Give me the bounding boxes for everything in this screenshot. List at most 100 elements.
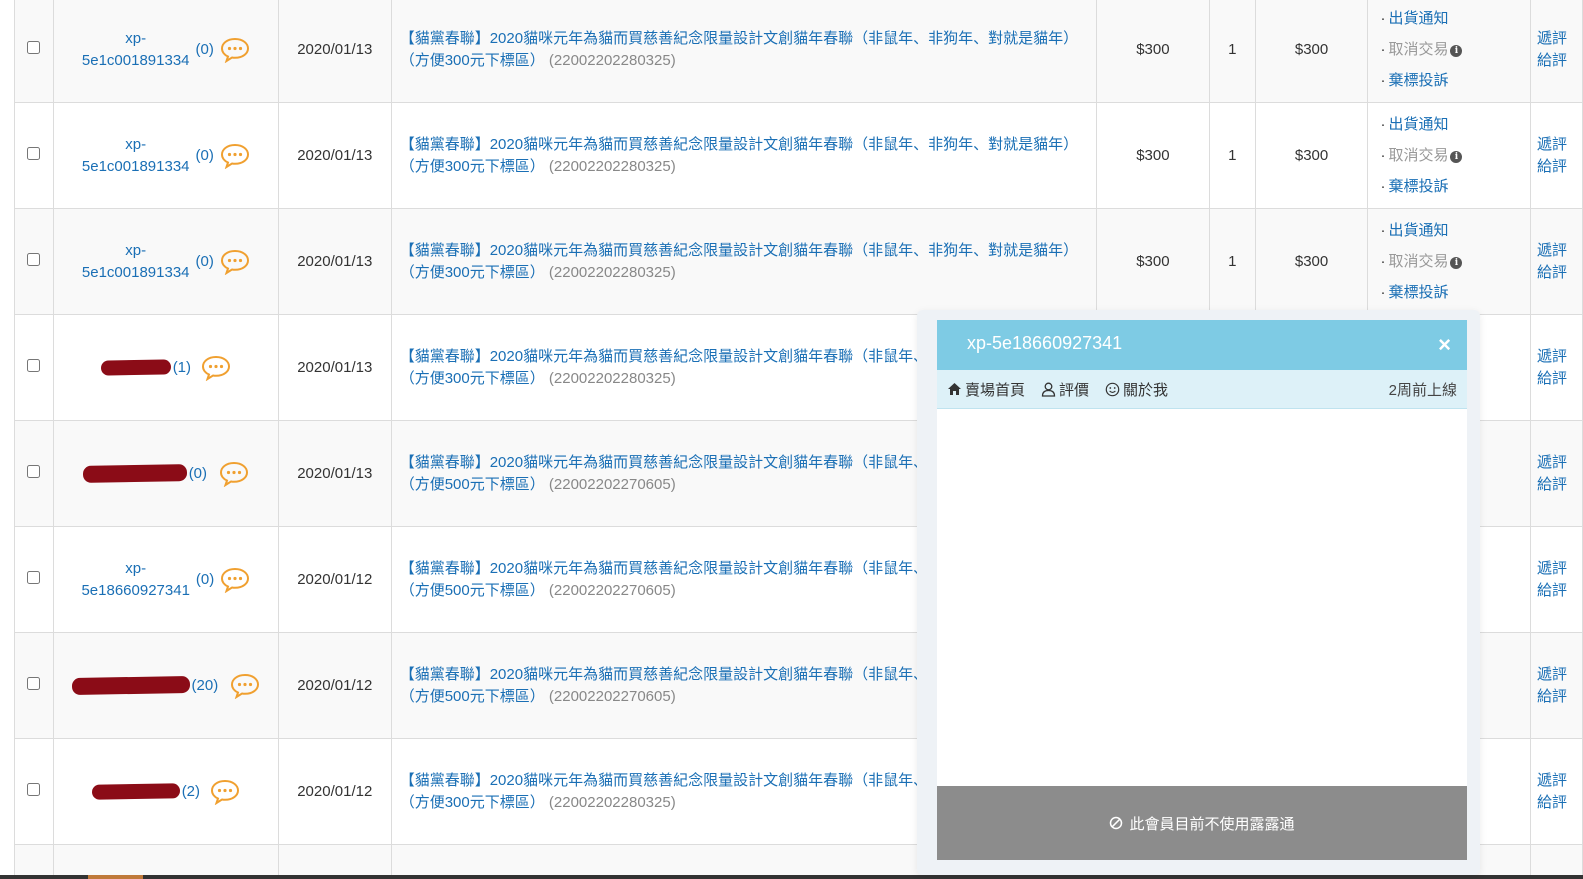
tab-store-home[interactable]: 賣場首頁: [947, 379, 1025, 400]
rate-link[interactable]: 遞評 給評: [1537, 240, 1582, 284]
ban-icon: [1110, 816, 1123, 830]
member-popup: xp-5e18660927341 × 賣場首頁 評價 關於我 2周前上線 此會員…: [937, 320, 1467, 860]
redacted-buyer-name: [82, 464, 187, 483]
redacted-buyer-name: [71, 675, 190, 696]
cancel-transaction-link[interactable]: · 取消交易 i: [1380, 246, 1530, 277]
row-checkbox[interactable]: [27, 147, 41, 160]
info-icon[interactable]: i: [1450, 45, 1463, 57]
table-row: xp- 5e1c001891334 (0) 2020/01/13 【貓黨春聯】20…: [14, 0, 1583, 103]
buyer-rating-count[interactable]: (0): [196, 571, 214, 588]
chat-bubble-icon[interactable]: [201, 355, 231, 381]
order-date: 2020/01/12: [277, 738, 392, 845]
buyer-rating-count[interactable]: (0): [196, 41, 214, 58]
home-icon: [948, 383, 961, 395]
buyer-id-link[interactable]: xp- 5e18660927341: [81, 558, 189, 602]
abandon-complaint-link[interactable]: · 棄標投訴: [1380, 65, 1530, 96]
rate-link[interactable]: 遞評 給評: [1537, 558, 1582, 602]
buyer-rating-count[interactable]: (0): [196, 253, 214, 270]
buyer-id-link[interactable]: xp- 5e1c001891334: [82, 134, 190, 178]
chat-bubble-icon[interactable]: [230, 673, 260, 699]
ship-notice-link[interactable]: · 出貨通知: [1380, 3, 1530, 34]
buyer-id-link[interactable]: xp- 5e1c001891334: [82, 240, 190, 284]
popup-footer: 此會員目前不使用露露通: [937, 786, 1467, 860]
ship-notice-link[interactable]: · 出貨通知: [1380, 109, 1530, 140]
info-icon[interactable]: i: [1450, 257, 1463, 269]
unit-price: $300: [1096, 208, 1210, 315]
item-title-link[interactable]: 【貓黨春聯】2020貓咪元年為貓而買慈善紀念限量設計文創貓年春聯（非鼠年、非狗年…: [400, 30, 1078, 69]
smile-icon: [1105, 382, 1120, 396]
rate-link[interactable]: 遞評 給評: [1537, 134, 1582, 178]
chat-bubble-icon[interactable]: [220, 249, 250, 275]
total-price: $300: [1254, 102, 1369, 209]
order-date: 2020/01/13: [277, 208, 392, 315]
abandon-complaint-link[interactable]: · 棄標投訴: [1380, 277, 1530, 308]
order-date: 2020/01/13: [277, 102, 392, 209]
item-title-link[interactable]: 【貓黨春聯】2020貓咪元年為貓而買慈善紀念限量設計文創貓年春聯（非鼠年、非狗年…: [400, 136, 1078, 175]
table-row: xp- 5e1c001891334 (0) 2020/01/13 【貓黨春聯】20…: [14, 102, 1583, 209]
row-checkbox[interactable]: [27, 359, 41, 372]
popup-title: xp-5e18660927341: [967, 333, 1123, 353]
abandon-complaint-link[interactable]: · 棄標投訴: [1380, 171, 1530, 202]
order-date: 2020/01/13: [277, 314, 392, 421]
chat-bubble-icon[interactable]: [220, 143, 250, 169]
buyer-rating-count[interactable]: (1): [173, 359, 191, 376]
quantity: 1: [1208, 102, 1256, 209]
row-checkbox[interactable]: [27, 253, 41, 266]
item-title-link[interactable]: 【貓黨春聯】2020貓咪元年為貓而買慈善紀念限量設計文創貓年春聯（非鼠年、非狗年…: [400, 242, 1078, 281]
total-price: $300: [1254, 208, 1369, 315]
popup-header: xp-5e18660927341 ×: [937, 320, 1467, 370]
user-icon: [1041, 382, 1056, 397]
info-icon[interactable]: i: [1450, 151, 1463, 163]
popup-nav: 賣場首頁 評價 關於我 2周前上線: [937, 370, 1467, 409]
row-checkbox[interactable]: [27, 677, 41, 690]
buyer-rating-count[interactable]: (20): [192, 677, 219, 694]
order-date: 2020/01/12: [277, 632, 392, 739]
item-code: (22002202270605): [548, 687, 676, 705]
table-row: xp- 5e1c001891334 (0) 2020/01/13 【貓黨春聯】20…: [14, 208, 1583, 315]
redacted-buyer-name: [100, 359, 171, 376]
close-icon[interactable]: ×: [1438, 333, 1451, 357]
tab-rating[interactable]: 評價: [1041, 379, 1089, 400]
row-checkbox[interactable]: [27, 41, 41, 54]
chat-bubble-icon[interactable]: [210, 779, 240, 805]
last-online-status: 2周前上線: [1388, 381, 1457, 399]
item-code: (22002202280325): [548, 369, 676, 387]
total-price: $300: [1254, 0, 1369, 103]
ship-notice-link[interactable]: · 出貨通知: [1380, 215, 1530, 246]
order-date: 2020/01/13: [277, 0, 392, 103]
row-checkbox[interactable]: [27, 465, 41, 478]
popup-body: [937, 409, 1467, 787]
item-code: (22002202270605): [548, 475, 676, 493]
rate-link[interactable]: 遞評 給評: [1537, 28, 1582, 72]
quantity: 1: [1208, 208, 1256, 315]
row-checkbox[interactable]: [27, 783, 41, 796]
item-code: (22002202280325): [548, 51, 676, 69]
chat-bubble-icon[interactable]: [219, 461, 249, 487]
buyer-id-link[interactable]: xp- 5e1c001891334: [82, 28, 190, 72]
buyer-rating-count[interactable]: (0): [189, 465, 207, 482]
chat-bubble-icon[interactable]: [220, 37, 250, 63]
unit-price: $300: [1096, 102, 1210, 209]
chat-unavailable-message: 此會員目前不使用露露通: [1129, 815, 1295, 833]
bottom-scroll-edge: [0, 875, 1583, 879]
rate-link[interactable]: 遞評 給評: [1537, 770, 1582, 814]
cancel-transaction-link[interactable]: · 取消交易 i: [1380, 34, 1530, 65]
buyer-rating-count[interactable]: (0): [196, 147, 214, 164]
rate-link[interactable]: 遞評 給評: [1537, 664, 1582, 708]
item-code: (22002202280325): [548, 793, 676, 811]
chat-bubble-icon[interactable]: [220, 567, 250, 593]
buyer-rating-count[interactable]: (2): [182, 783, 200, 800]
rate-link[interactable]: 遞評 給評: [1537, 452, 1582, 496]
item-code: (22002202280325): [548, 157, 676, 175]
item-code: (22002202280325): [548, 263, 676, 281]
rate-link[interactable]: 遞評 給評: [1537, 346, 1582, 390]
quantity: 1: [1208, 0, 1256, 103]
cancel-transaction-link[interactable]: · 取消交易 i: [1380, 140, 1530, 171]
redacted-buyer-name: [91, 783, 180, 800]
tab-about-me[interactable]: 關於我: [1105, 379, 1168, 400]
unit-price: $300: [1096, 0, 1210, 103]
row-checkbox[interactable]: [27, 571, 41, 584]
order-date: 2020/01/13: [277, 420, 392, 527]
item-code: (22002202270605): [548, 581, 676, 599]
order-date: 2020/01/12: [277, 526, 392, 633]
